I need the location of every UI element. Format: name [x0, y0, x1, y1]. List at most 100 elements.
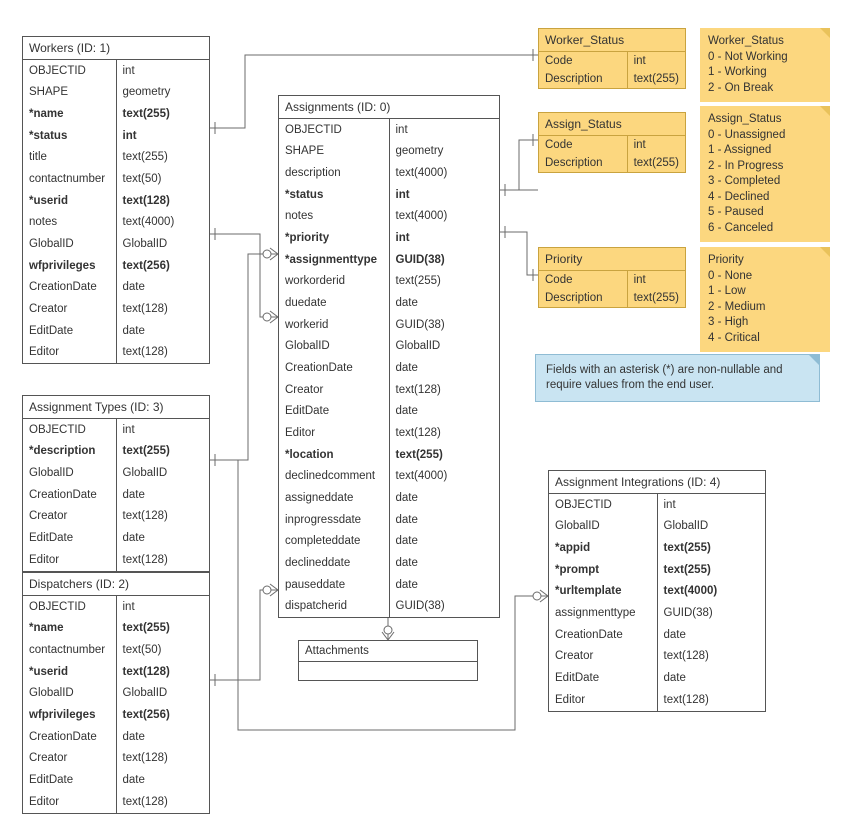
field-name: declinedcomment [279, 466, 389, 488]
field-name: Creator [549, 646, 657, 668]
note-line: 2 - In Progress [708, 159, 822, 175]
field-name: declineddate [279, 552, 389, 574]
field-type: date [117, 726, 210, 748]
field-name: Editor [279, 422, 389, 444]
field-name: CreationDate [23, 484, 116, 506]
note-line: 6 - Canceled [708, 221, 822, 237]
field-type: date [117, 320, 210, 342]
field-name: contactnumber [23, 639, 116, 661]
field-name: notes [279, 206, 389, 228]
field-type: int [117, 596, 210, 618]
field-type: date [390, 401, 500, 423]
field-type: text(50) [117, 639, 210, 661]
field-type: date [390, 552, 500, 574]
field-type: date [390, 357, 500, 379]
field-type: GUID(38) [390, 596, 500, 618]
lookup-title: Priority [539, 248, 685, 271]
field-type: GlobalID [117, 462, 210, 484]
field-type: date [117, 527, 210, 549]
field-name: wfprivileges [23, 255, 116, 277]
entity-fields: OBJECTIDSHAPEdescription*statusnotes*pri… [279, 119, 499, 617]
entity-title: Dispatchers (ID: 2) [23, 573, 209, 596]
field-name: assigneddate [279, 487, 389, 509]
field-type: text(255) [117, 103, 210, 125]
field-type: GUID(38) [390, 249, 500, 271]
field-type: int [117, 60, 210, 82]
lookup-field-name: Description [539, 289, 627, 307]
field-type: GUID(38) [390, 314, 500, 336]
note-line: Assign_Status [708, 112, 822, 128]
field-name: wfprivileges [23, 704, 116, 726]
field-type: text(4000) [117, 212, 210, 234]
field-type: text(255) [117, 441, 210, 463]
note-line: 1 - Low [708, 284, 822, 300]
field-name: *userid [23, 661, 116, 683]
note-line: 3 - High [708, 315, 822, 331]
field-type: text(4000) [390, 466, 500, 488]
field-name: CreationDate [23, 726, 116, 748]
entity-workers: Workers (ID: 1) OBJECTIDSHAPE*name*statu… [22, 36, 210, 364]
note-line: Priority [708, 253, 822, 269]
lookup-field-type: int [628, 136, 685, 154]
field-name: *status [23, 125, 116, 147]
field-type: int [658, 494, 766, 516]
note-line: Worker_Status [708, 34, 822, 50]
entity-fields: OBJECTIDSHAPE*name*statustitlecontactnum… [23, 60, 209, 363]
entity-assignment-types: Assignment Types (ID: 3) OBJECTID*descri… [22, 395, 210, 572]
field-name: Creator [279, 379, 389, 401]
field-type: int [390, 119, 500, 141]
field-name: inprogressdate [279, 509, 389, 531]
field-name: description [279, 162, 389, 184]
note-line: 2 - On Break [708, 81, 822, 97]
field-type: text(128) [117, 506, 210, 528]
field-name: workorderid [279, 271, 389, 293]
field-name: *location [279, 444, 389, 466]
field-type: text(256) [117, 704, 210, 726]
field-name: Editor [549, 689, 657, 711]
field-type: text(4000) [390, 162, 500, 184]
entity-fields: OBJECTID*descriptionGlobalIDCreationDate… [23, 419, 209, 571]
field-type: text(255) [658, 559, 766, 581]
entity-title: Attachments [299, 641, 477, 662]
field-type: text(255) [390, 444, 500, 466]
note-line: 2 - Medium [708, 300, 822, 316]
field-name: EditDate [279, 401, 389, 423]
field-name: EditDate [23, 527, 116, 549]
field-type: date [117, 769, 210, 791]
field-name: EditDate [23, 769, 116, 791]
lookup-title: Worker_Status [539, 29, 685, 52]
entity-title: Assignment Integrations (ID: 4) [549, 471, 765, 494]
field-name: contactnumber [23, 168, 116, 190]
field-type: GlobalID [658, 516, 766, 538]
field-name: Editor [23, 549, 116, 571]
field-type: text(255) [117, 618, 210, 640]
field-type: text(128) [117, 190, 210, 212]
field-type: text(128) [390, 422, 500, 444]
field-type: text(128) [658, 689, 766, 711]
field-type: text(128) [390, 379, 500, 401]
field-type: date [390, 574, 500, 596]
field-name: *assignmenttype [279, 249, 389, 271]
callout-asterisk-info: Fields with an asterisk (*) are non-null… [535, 354, 820, 402]
field-type: text(128) [117, 298, 210, 320]
note-worker-status: Worker_Status0 - Not Working1 - Working2… [700, 28, 830, 102]
field-type: GlobalID [390, 336, 500, 358]
field-name: SHAPE [279, 141, 389, 163]
field-type: text(4000) [390, 206, 500, 228]
field-name: *name [23, 618, 116, 640]
field-name: *userid [23, 190, 116, 212]
field-type: date [117, 277, 210, 299]
note-line: 3 - Completed [708, 174, 822, 190]
field-name: CreationDate [549, 624, 657, 646]
field-name: title [23, 147, 116, 169]
field-name: CreationDate [23, 277, 116, 299]
field-name: *description [23, 441, 116, 463]
note-line: 1 - Working [708, 65, 822, 81]
lookup-field-type: text(255) [628, 289, 685, 307]
note-line: 1 - Assigned [708, 143, 822, 159]
field-name: GlobalID [279, 336, 389, 358]
lookup-title: Assign_Status [539, 113, 685, 136]
field-type: GlobalID [117, 233, 210, 255]
field-name: OBJECTID [23, 596, 116, 618]
note-line: 5 - Paused [708, 205, 822, 221]
